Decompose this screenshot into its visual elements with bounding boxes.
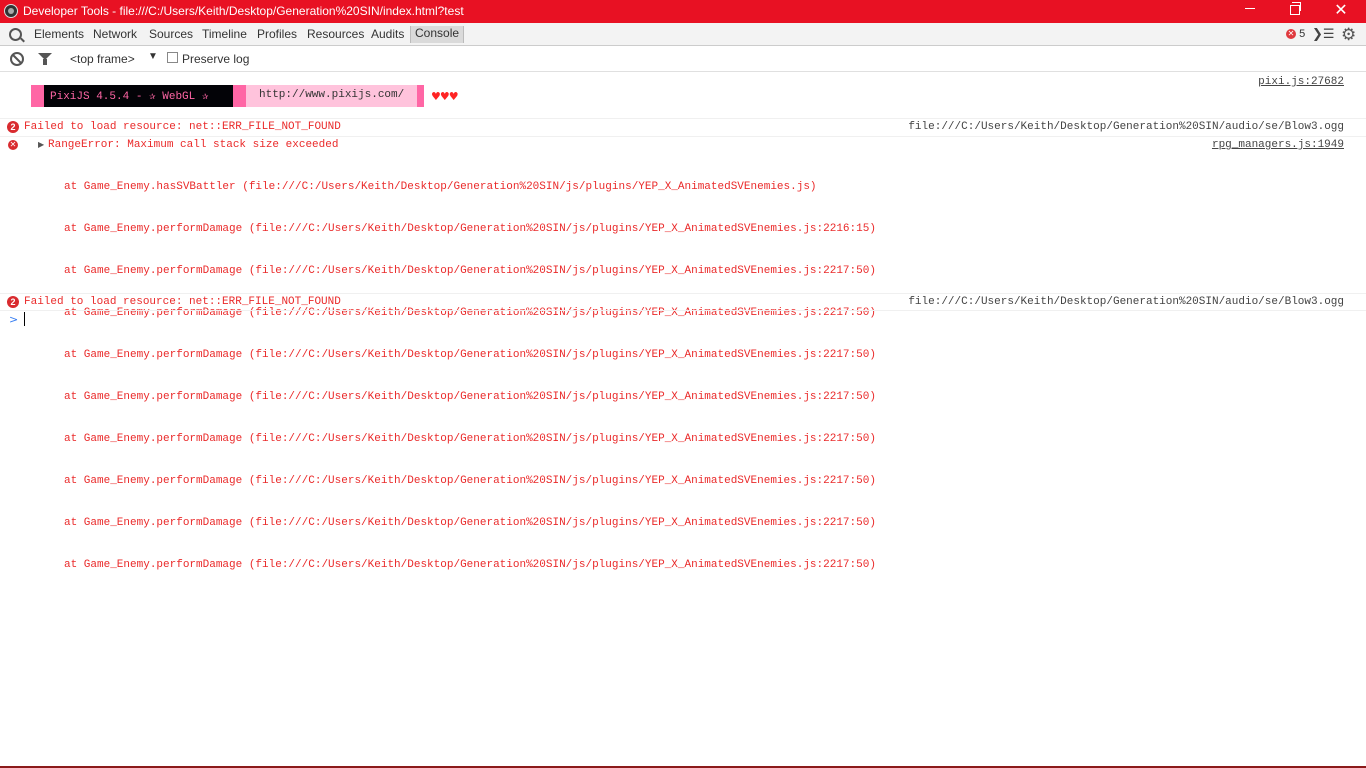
clear-console-icon[interactable] [10, 52, 24, 66]
tab-elements[interactable]: Elements [34, 27, 84, 41]
window-titlebar: Developer Tools - file:///C:/Users/Keith… [0, 0, 1366, 23]
close-icon: ✕ [1334, 2, 1348, 19]
minimize-button[interactable] [1227, 0, 1273, 23]
pixi-version-text: PixiJS 4.5.4 - ✰ WebGL ✰ [50, 91, 209, 103]
banner-segment [31, 85, 44, 107]
console-toolbar: <top frame> ▼ Preserve log [0, 46, 1366, 72]
preserve-log-label[interactable]: Preserve log [182, 52, 249, 66]
error-x-icon: ✕ [1286, 29, 1296, 39]
stack-frame: at Game_Enemy.performDamage (file:///C:/… [64, 433, 876, 445]
minimize-icon [1245, 8, 1255, 10]
devtools-tabbar: Elements Network Sources Timeline Profil… [0, 23, 1366, 46]
chevron-down-icon[interactable]: ▼ [148, 51, 158, 62]
restore-button[interactable] [1272, 0, 1318, 23]
tab-profiles[interactable]: Profiles [257, 27, 297, 41]
devtools-app-icon [4, 4, 18, 18]
error-repeat-badge: 2 [7, 296, 19, 308]
stack-frame: at Game_Enemy.performDamage (file:///C:/… [64, 559, 876, 571]
stack-frame: at Game_Enemy.performDamage (file:///C:/… [64, 475, 876, 487]
banner-segment: PixiJS 4.5.4 - ✰ WebGL ✰ [44, 85, 233, 107]
close-button[interactable]: ✕ [1318, 0, 1364, 23]
message-divider [0, 118, 1366, 119]
banner-segment: http://www.pixijs.com/ [246, 85, 417, 107]
pixi-hearts: ♥♥♥ [431, 90, 459, 103]
stack-frame: at Game_Enemy.performDamage (file:///C:/… [64, 307, 876, 319]
banner-segment [233, 85, 246, 107]
error-counter[interactable]: ✕ 5 [1286, 28, 1305, 40]
console-input[interactable] [24, 312, 25, 326]
console-prompt-icon: > [9, 313, 19, 326]
error-message: Failed to load resource: net::ERR_FILE_N… [24, 121, 341, 133]
stack-frame: at Game_Enemy.performDamage (file:///C:/… [64, 349, 876, 361]
restore-icon [1290, 1, 1301, 15]
frame-selector[interactable]: <top frame> [70, 52, 135, 66]
stack-frame: at Game_Enemy.performDamage (file:///C:/… [64, 391, 876, 403]
range-error-message[interactable]: RangeError: Maximum call stack size exce… [48, 139, 338, 151]
preserve-log-checkbox[interactable] [167, 52, 178, 63]
banner-segment [417, 85, 424, 107]
message-divider [0, 310, 1366, 311]
source-link[interactable]: rpg_managers.js:1949 [1212, 139, 1344, 151]
window-title: Developer Tools - file:///C:/Users/Keith… [23, 4, 464, 18]
error-message: Failed to load resource: net::ERR_FILE_N… [24, 296, 341, 308]
gear-icon[interactable]: ⚙ [1341, 25, 1356, 45]
stack-frame: at Game_Enemy.performDamage (file:///C:/… [64, 517, 876, 529]
message-divider [0, 136, 1366, 137]
expand-triangle-icon[interactable]: ▶ [38, 140, 44, 149]
error-source[interactable]: file:///C:/Users/Keith/Desktop/Generatio… [908, 121, 1344, 133]
stack-frame: at Game_Enemy.hasSVBattler (file:///C:/U… [64, 181, 817, 193]
error-icon: ✕ [8, 140, 18, 150]
tab-console[interactable]: Console [410, 26, 465, 43]
tab-resources[interactable]: Resources [307, 27, 364, 41]
console-drawer-icon[interactable]: ❯☰ [1312, 27, 1335, 42]
error-repeat-badge: 2 [7, 121, 19, 133]
stack-frame: at Game_Enemy.performDamage (file:///C:/… [64, 265, 876, 277]
filter-icon[interactable] [38, 53, 52, 65]
message-divider [0, 293, 1366, 294]
stack-frame: at Game_Enemy.performDamage (file:///C:/… [64, 223, 876, 235]
search-icon[interactable] [9, 28, 22, 41]
error-count-value: 5 [1299, 28, 1306, 40]
error-source[interactable]: file:///C:/Users/Keith/Desktop/Generatio… [908, 296, 1344, 308]
tab-sources[interactable]: Sources [149, 27, 193, 41]
tab-audits[interactable]: Audits [371, 27, 404, 41]
tab-timeline[interactable]: Timeline [202, 27, 247, 41]
pixi-url-text: http://www.pixijs.com/ [259, 89, 405, 101]
tab-network[interactable]: Network [93, 27, 137, 41]
stack-trace: at Game_Enemy.hasSVBattler (file:///C:/U… [64, 152, 876, 586]
source-link[interactable]: pixi.js:27682 [1258, 76, 1344, 88]
